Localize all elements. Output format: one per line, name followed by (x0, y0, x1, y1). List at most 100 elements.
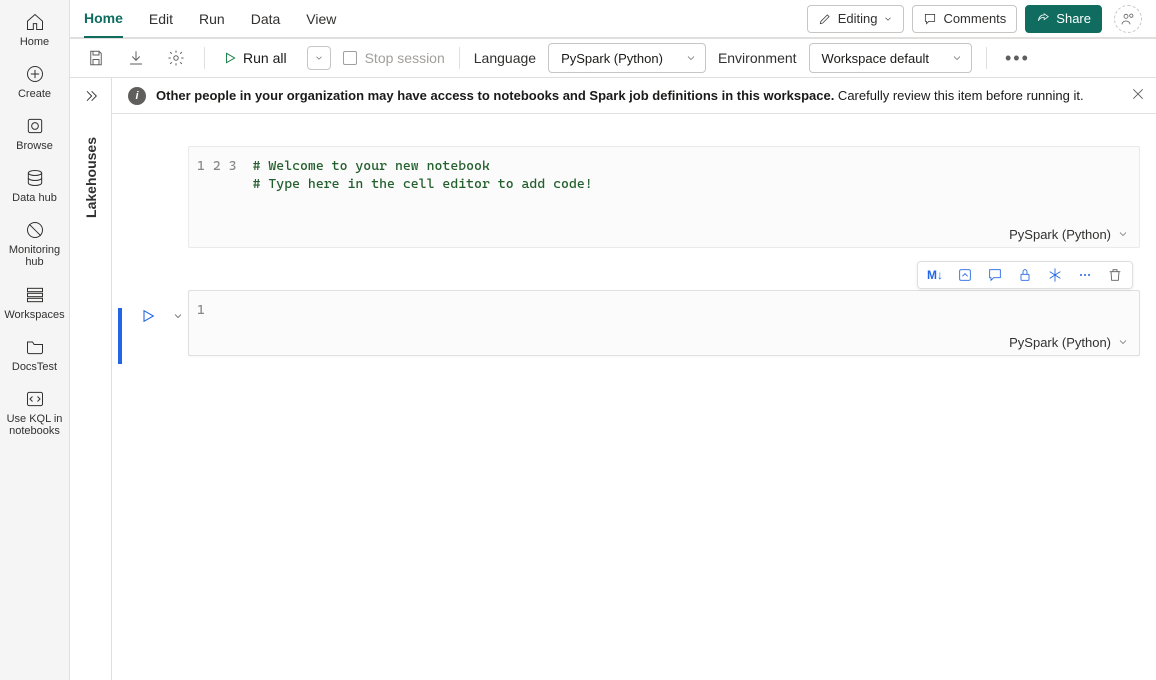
run-cell-button[interactable] (136, 304, 160, 328)
code-editor[interactable]: 1 (189, 291, 1139, 329)
stop-icon (343, 51, 357, 65)
snowflake-icon (1047, 267, 1063, 283)
close-info-button[interactable] (1130, 86, 1146, 105)
run-cell-dropdown[interactable] (166, 304, 190, 328)
comment-icon (923, 12, 937, 26)
download-icon (127, 49, 145, 67)
convert-markdown-button[interactable]: M↓ (922, 263, 948, 287)
tab-view[interactable]: View (306, 0, 336, 37)
cell-action-1[interactable] (952, 263, 978, 287)
cell-more-button[interactable] (1072, 263, 1098, 287)
active-indicator (118, 308, 122, 364)
side-panel-title: Lakehouses (83, 137, 99, 218)
convert-icon (957, 267, 973, 283)
cell-delete-button[interactable] (1102, 263, 1128, 287)
people-icon (1120, 11, 1136, 27)
chevron-down-icon (1117, 336, 1129, 348)
language-label: Language (474, 50, 536, 66)
left-nav-rail: Home Create Browse Data hub Monitoring h… (0, 0, 70, 680)
run-all-dropdown[interactable] (307, 46, 331, 70)
chevron-down-icon (685, 52, 697, 64)
plus-circle-icon (23, 62, 47, 86)
monitor-icon (23, 218, 47, 242)
code-editor[interactable]: 1 2 3 # Welcome to your new notebook # T… (189, 147, 1139, 221)
editing-button[interactable]: Editing (807, 5, 905, 33)
more-button[interactable]: ••• (1001, 48, 1034, 69)
folder-icon (23, 335, 47, 359)
body-row: Lakehouses i Other people in your organi… (70, 78, 1156, 680)
cell-language-select[interactable]: PySpark (Python) (189, 221, 1139, 247)
toolbar: Run all Stop session Language PySpark (P… (70, 38, 1156, 78)
notebook-area: 1 2 3 # Welcome to your new notebook # T… (112, 114, 1156, 680)
lock-icon (1017, 267, 1033, 283)
nav-kql[interactable]: Use KQL in notebooks (0, 381, 69, 445)
nav-home[interactable]: Home (0, 4, 69, 56)
environment-label: Environment (718, 50, 797, 66)
cell-language-select[interactable]: PySpark (Python) (189, 329, 1139, 355)
menubar: Home Edit Run Data View Editing Comments… (70, 0, 1156, 38)
cell-toolbar: M↓ (917, 261, 1133, 289)
separator (204, 47, 205, 69)
database-icon (23, 166, 47, 190)
info-bar: i Other people in your organization may … (112, 78, 1156, 114)
cell-lock-button[interactable] (1012, 263, 1038, 287)
separator (459, 47, 460, 69)
nav-docstest[interactable]: DocsTest (0, 329, 69, 381)
nav-create[interactable]: Create (0, 56, 69, 108)
environment-select[interactable]: Workspace default (809, 43, 972, 73)
gear-icon (167, 49, 185, 67)
more-icon (1077, 267, 1093, 283)
nav-monitoring[interactable]: Monitoring hub (0, 212, 69, 276)
separator (986, 47, 987, 69)
cell-freeze-button[interactable] (1042, 263, 1068, 287)
code-lines[interactable] (221, 301, 1127, 319)
menubar-actions: Editing Comments Share (807, 5, 1142, 33)
tab-data[interactable]: Data (251, 0, 281, 37)
settings-button[interactable] (162, 44, 190, 72)
info-text: Other people in your organization may ha… (156, 88, 1084, 103)
code-lines[interactable]: # Welcome to your new notebook # Type he… (253, 157, 1127, 211)
download-button[interactable] (122, 44, 150, 72)
chevron-down-icon (314, 53, 324, 63)
save-button[interactable] (82, 44, 110, 72)
expand-panel-button[interactable] (83, 88, 99, 107)
language-select[interactable]: PySpark (Python) (548, 43, 706, 73)
code-cell-active[interactable]: M↓ 1 PySpark ( (118, 290, 1140, 356)
code-icon (23, 387, 47, 411)
line-gutter: 1 (197, 301, 221, 319)
people-button[interactable] (1114, 5, 1142, 33)
side-panel-collapsed: Lakehouses (70, 78, 112, 680)
share-button[interactable]: Share (1025, 5, 1102, 33)
main-area: Home Edit Run Data View Editing Comments… (70, 0, 1156, 680)
stop-session-button[interactable]: Stop session (343, 50, 445, 66)
home-icon (23, 10, 47, 34)
comments-button[interactable]: Comments (912, 5, 1017, 33)
nav-datahub[interactable]: Data hub (0, 160, 69, 212)
cell-body: M↓ 1 PySpark ( (188, 290, 1140, 356)
play-icon (140, 308, 156, 324)
share-icon (1036, 12, 1050, 26)
chevrons-right-icon (83, 88, 99, 104)
content: i Other people in your organization may … (112, 78, 1156, 680)
trash-icon (1107, 267, 1123, 283)
tab-run[interactable]: Run (199, 0, 225, 37)
close-icon (1130, 86, 1146, 102)
line-gutter: 1 2 3 (197, 157, 253, 211)
chevron-down-icon (951, 52, 963, 64)
run-all-button[interactable]: Run all (219, 50, 291, 66)
play-icon (223, 51, 237, 65)
info-icon: i (128, 87, 146, 105)
pencil-icon (818, 12, 832, 26)
cell-body: 1 2 3 # Welcome to your new notebook # T… (188, 146, 1140, 248)
save-icon (87, 49, 105, 67)
cell-run-controls (136, 304, 190, 328)
code-cell[interactable]: 1 2 3 # Welcome to your new notebook # T… (118, 146, 1140, 248)
chevron-down-icon (1117, 228, 1129, 240)
cell-comment-button[interactable] (982, 263, 1008, 287)
chevron-down-icon (172, 310, 184, 322)
nav-workspaces[interactable]: Workspaces (0, 277, 69, 329)
tab-home[interactable]: Home (84, 1, 123, 38)
workspaces-icon (23, 283, 47, 307)
tab-edit[interactable]: Edit (149, 0, 173, 37)
nav-browse[interactable]: Browse (0, 108, 69, 160)
